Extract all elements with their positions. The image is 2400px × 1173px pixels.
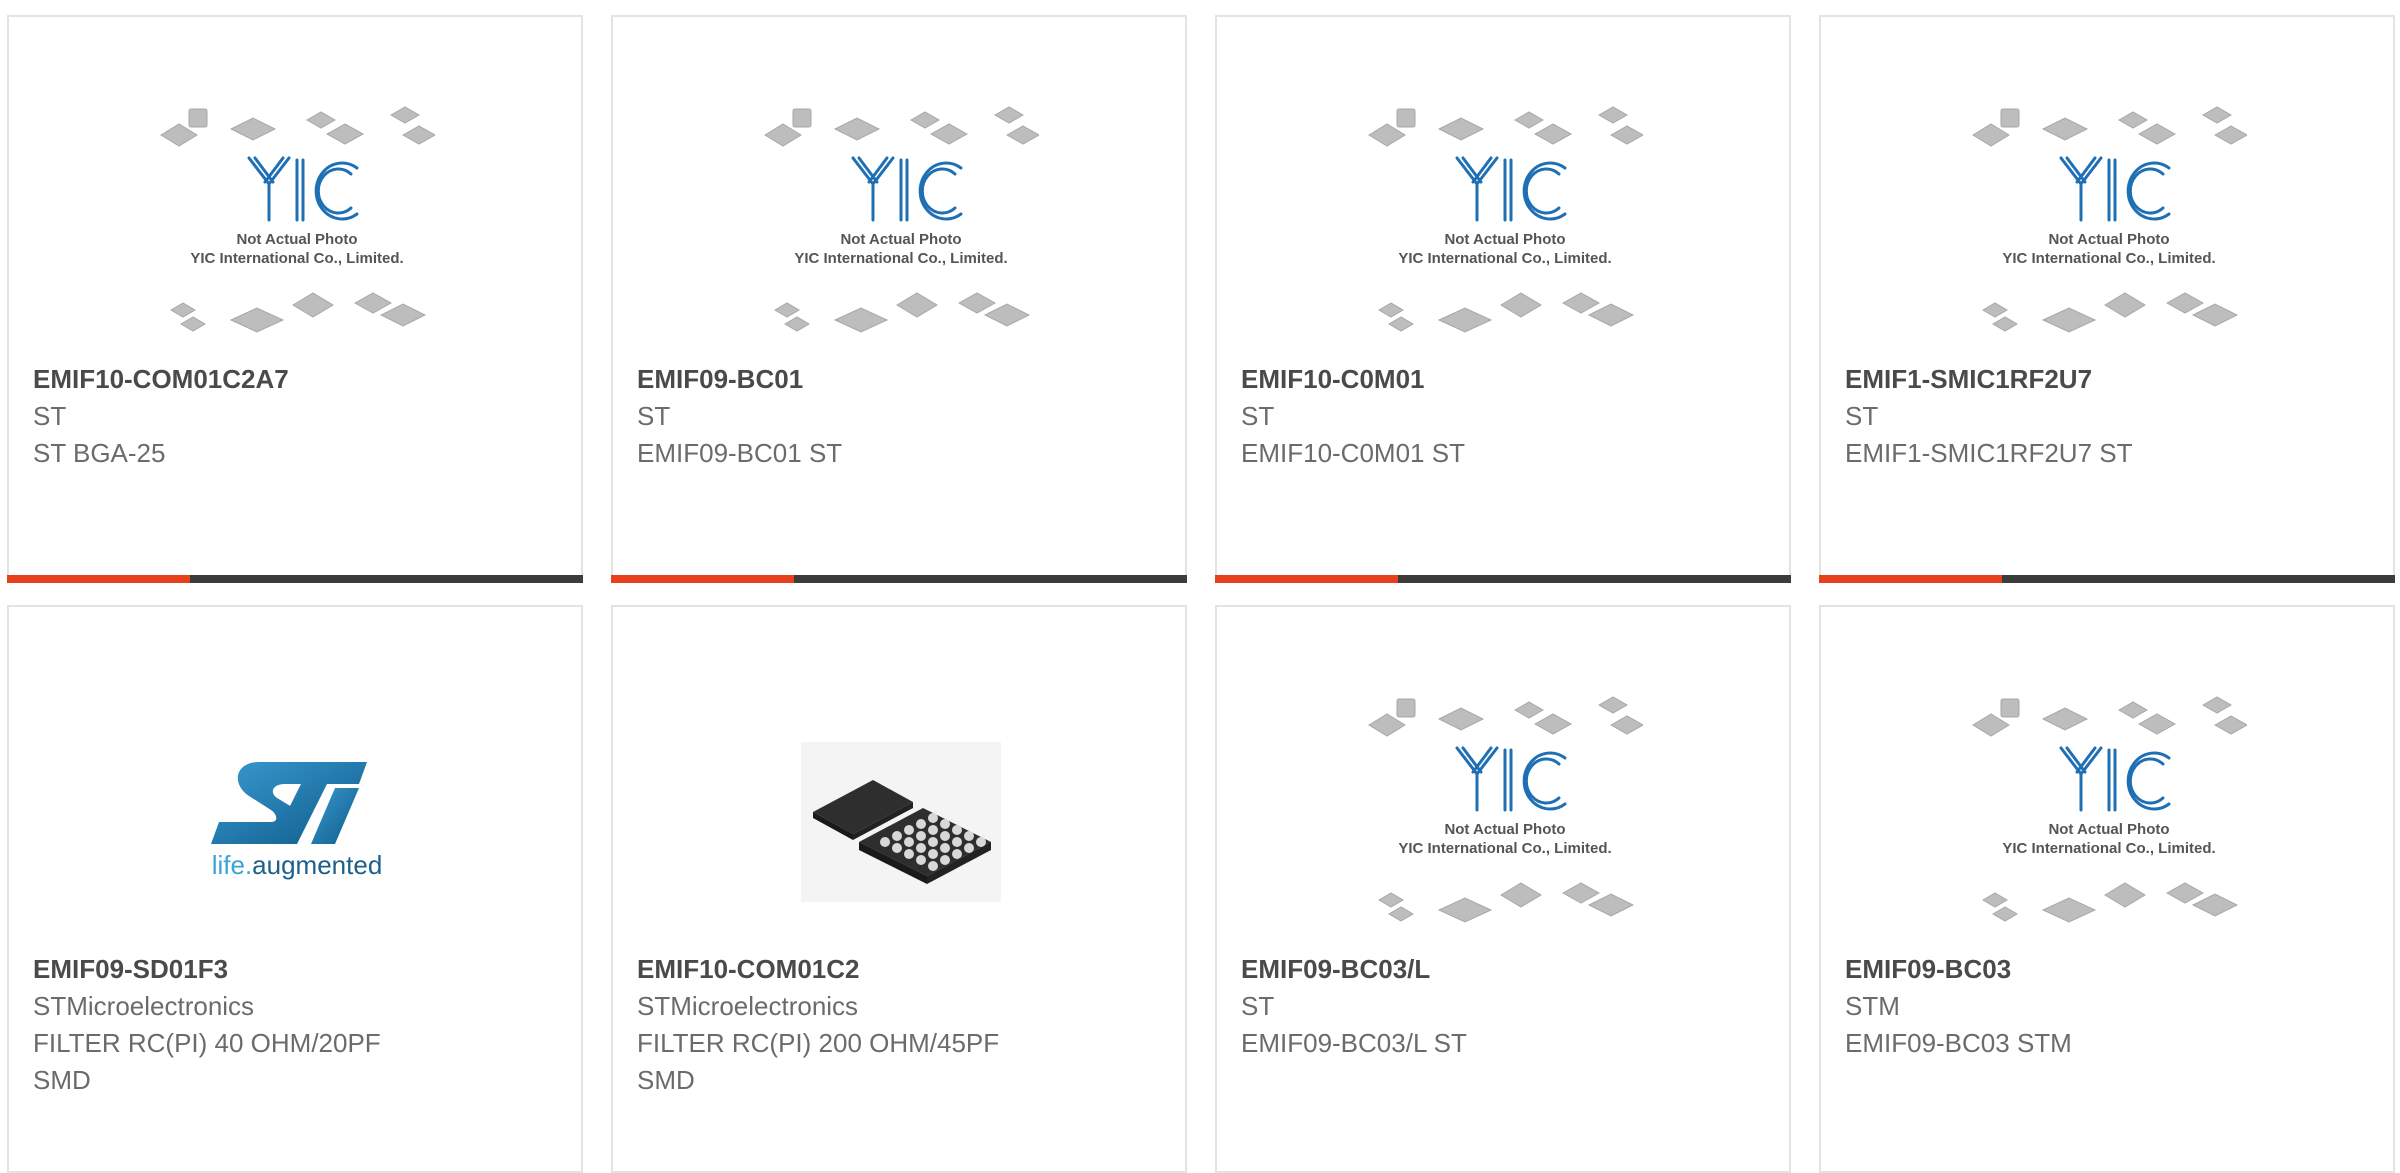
chip-packages-bottom-icon: [1982, 292, 2239, 333]
placeholder-image: Not Actual Photo YIC International Co., …: [1368, 106, 1643, 333]
placeholder-caption-2: YIC International Co., Limited.: [2002, 250, 2215, 267]
st-logo-mark-icon: [211, 762, 367, 844]
chip-packages-top-icon: [1972, 696, 2247, 737]
placeholder-image: Not Actual Photo YIC International Co., …: [1972, 106, 2247, 333]
manufacturer: ST: [1241, 401, 1275, 431]
part-number[interactable]: EMIF10-COM01C2A7: [33, 361, 561, 398]
chip-packages-top-icon: [764, 106, 1039, 147]
chip-packages-top-icon: [160, 106, 435, 147]
card-bottom-bar: [1819, 575, 2395, 583]
part-number[interactable]: EMIF09-BC03: [1845, 951, 2373, 988]
product-card[interactable]: Not Actual Photo YIC International Co., …: [611, 15, 1187, 583]
st-tagline-augmented: augmented: [252, 850, 382, 880]
description: EMIF09-BC01 ST: [637, 438, 843, 468]
placeholder-caption-1: Not Actual Photo: [2048, 231, 2169, 248]
manufacturer: STMicroelectronics: [637, 991, 859, 1021]
bga-chip-image: [801, 742, 1001, 902]
product-image[interactable]: Not Actual Photo YIC International Co., …: [1971, 102, 2247, 362]
product-card[interactable]: Not Actual Photo YIC International Co., …: [1215, 605, 1791, 1173]
chip-packages-top-icon: [1972, 106, 2247, 147]
manufacturer: ST: [33, 401, 67, 431]
part-number[interactable]: EMIF10-C0M01: [1241, 361, 1769, 398]
chip-packages-bottom-icon: [774, 292, 1031, 333]
chip-packages-bottom-icon: [1378, 882, 1635, 923]
product-card[interactable]: Not Actual Photo YIC International Co., …: [1819, 605, 2395, 1173]
description: EMIF1-SMIC1RF2U7 ST: [1845, 438, 2133, 468]
yic-logo-icon: [2059, 156, 2171, 222]
part-number[interactable]: EMIF09-BC03/L: [1241, 951, 1769, 988]
placeholder-caption-2: YIC International Co., Limited.: [1398, 840, 1611, 857]
yic-logo-icon: [247, 156, 359, 222]
placeholder-image: Not Actual Photo YIC International Co., …: [764, 106, 1039, 333]
chip-packages-bottom-icon: [1982, 882, 2239, 923]
chip-packages-bottom-icon: [1378, 292, 1635, 333]
product-card[interactable]: EMIF10-COM01C2 STMicroelectronics FILTER…: [611, 605, 1187, 1173]
product-image[interactable]: Not Actual Photo YIC International Co., …: [1971, 692, 2247, 952]
chip-packages-bottom-icon: [170, 292, 427, 333]
placeholder-caption-1: Not Actual Photo: [1444, 821, 1565, 838]
st-tagline: life.augmented: [212, 850, 383, 880]
manufacturer: ST: [1241, 991, 1275, 1021]
product-image[interactable]: Not Actual Photo YIC International Co., …: [763, 102, 1039, 362]
placeholder-image: Not Actual Photo YIC International Co., …: [160, 106, 435, 333]
description-2: SMD: [33, 1065, 91, 1095]
product-card[interactable]: Not Actual Photo YIC International Co., …: [1819, 15, 2395, 583]
manufacturer: STMicroelectronics: [33, 991, 255, 1021]
placeholder-caption-2: YIC International Co., Limited.: [190, 250, 403, 267]
description-2: SMD: [637, 1065, 695, 1095]
card-bottom-bar: [1215, 575, 1791, 583]
part-number[interactable]: EMIF10-COM01C2: [637, 951, 1165, 988]
description: EMIF09-BC03 STM: [1845, 1028, 2072, 1058]
placeholder-caption-1: Not Actual Photo: [2048, 821, 2169, 838]
description: ST BGA-25: [33, 438, 166, 468]
card-bottom-bar: [7, 575, 583, 583]
description: EMIF10-C0M01 ST: [1241, 438, 1465, 468]
placeholder-caption-2: YIC International Co., Limited.: [2002, 840, 2215, 857]
product-card[interactable]: Not Actual Photo YIC International Co., …: [7, 15, 583, 583]
placeholder-caption-2: YIC International Co., Limited.: [1398, 250, 1611, 267]
chip-packages-top-icon: [1368, 106, 1643, 147]
part-number[interactable]: EMIF09-SD01F3: [33, 951, 561, 988]
chip-packages-top-icon: [1368, 696, 1643, 737]
yic-logo-icon: [2059, 746, 2171, 812]
manufacturer: ST: [637, 401, 671, 431]
product-image[interactable]: [763, 692, 1039, 952]
yic-logo-icon: [1455, 156, 1567, 222]
product-image[interactable]: Not Actual Photo YIC International Co., …: [1367, 102, 1643, 362]
yic-logo-icon: [851, 156, 963, 222]
placeholder-image: Not Actual Photo YIC International Co., …: [1368, 696, 1643, 923]
product-card[interactable]: Not Actual Photo YIC International Co., …: [1215, 15, 1791, 583]
product-image[interactable]: Not Actual Photo YIC International Co., …: [1367, 692, 1643, 952]
product-image[interactable]: life.augmented: [159, 692, 435, 952]
part-number[interactable]: EMIF09-BC01: [637, 361, 1165, 398]
placeholder-image: Not Actual Photo YIC International Co., …: [1972, 696, 2247, 923]
description: EMIF09-BC03/L ST: [1241, 1028, 1467, 1058]
card-bottom-bar: [611, 575, 1187, 583]
st-tagline-life: life.: [212, 850, 252, 880]
placeholder-caption-2: YIC International Co., Limited.: [794, 250, 1007, 267]
description: FILTER RC(PI) 40 OHM/20PF: [33, 1028, 381, 1058]
product-card[interactable]: life.augmented EMIF09-SD01F3 STMicroelec…: [7, 605, 583, 1173]
st-logo: life.augmented: [211, 762, 383, 880]
placeholder-caption-1: Not Actual Photo: [236, 231, 357, 248]
yic-logo-icon: [1455, 746, 1567, 812]
product-grid: Not Actual Photo YIC International Co., …: [0, 0, 2400, 1173]
manufacturer: ST: [1845, 401, 1879, 431]
manufacturer: STM: [1845, 991, 1900, 1021]
placeholder-caption-1: Not Actual Photo: [1444, 231, 1565, 248]
placeholder-caption-1: Not Actual Photo: [840, 231, 961, 248]
product-image[interactable]: Not Actual Photo YIC International Co., …: [159, 102, 435, 362]
description: FILTER RC(PI) 200 OHM/45PF: [637, 1028, 1000, 1058]
part-number[interactable]: EMIF1-SMIC1RF2U7: [1845, 361, 2373, 398]
